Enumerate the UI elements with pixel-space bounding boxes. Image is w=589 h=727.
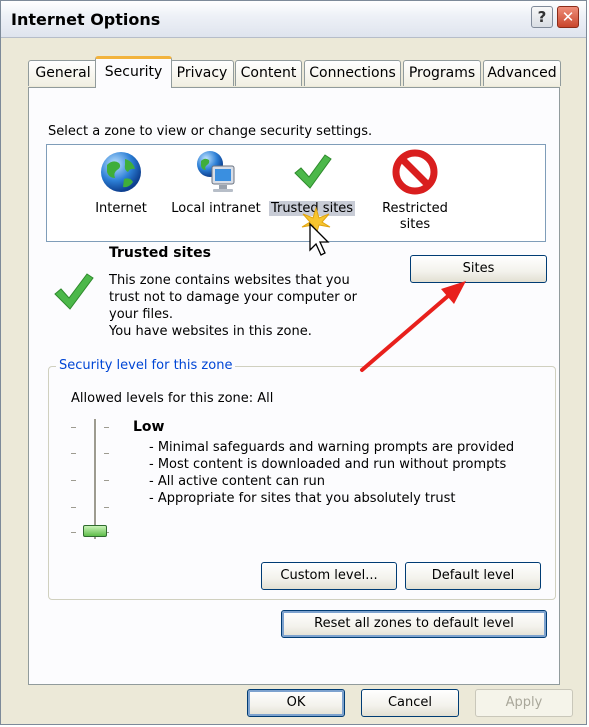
slider-tick [71,507,76,508]
level-bullet: - All active content can run [149,474,325,489]
security-level-slider-track[interactable] [94,419,97,539]
security-tab-panel: Select a zone to view or change security… [28,87,560,685]
selected-zone-desc-line4: You have websites in this zone. [109,324,312,339]
slider-tick [71,427,76,428]
zone-local-intranet-label: Local intranet [171,201,261,216]
zone-list: Internet Local intranet Trusted sites Re… [46,144,546,242]
custom-level-button[interactable]: Custom level... [261,562,397,590]
tab-content[interactable]: Content [235,60,302,86]
zone-restricted-sites-label: Restricted sites [365,201,465,233]
green-check-icon [294,154,332,189]
window-title: Internet Options [11,10,161,29]
zone-internet-label: Internet [95,201,147,216]
selected-zone-check-icon [54,273,94,310]
slider-tick [71,532,76,533]
zone-restricted-line1: Restricted [382,201,448,216]
tab-privacy[interactable]: Privacy [170,60,234,86]
zone-trusted-sites-text: Trusted sites [268,201,356,216]
slider-tick [104,480,109,481]
zone-trusted-sites[interactable]: Trusted sites [262,145,362,241]
close-button[interactable]: ✕ [557,6,579,28]
internet-options-window: Internet Options ? ✕ General Security Pr… [0,0,587,725]
apply-button[interactable]: Apply [475,689,573,717]
selected-zone-desc-line2: trust not to damage your computer or [109,290,358,305]
cancel-button[interactable]: Cancel [361,689,459,717]
sites-button[interactable]: Sites [410,255,547,283]
tab-advanced[interactable]: Advanced [483,60,561,86]
selected-zone-description: This zone contains websites that you tru… [109,272,379,340]
level-bullet: - Minimal safeguards and warning prompts… [149,440,515,455]
selected-zone-desc-line1: This zone contains websites that you [109,273,350,288]
zone-restricted-sites[interactable]: Restricted sites [365,145,465,241]
tab-general[interactable]: General [28,60,98,86]
ok-button[interactable]: OK [247,689,345,717]
globe-icon [101,152,141,192]
security-level-name: Low [133,419,165,435]
zone-trusted-sites-label: Trusted sites [262,201,362,217]
slider-tick [104,453,109,454]
computer-globe-icon [197,151,235,192]
tab-programs[interactable]: Programs [403,60,481,86]
security-level-description: - Minimal safeguards and warning prompts… [149,439,514,507]
zone-local-intranet[interactable]: Local intranet [161,145,271,241]
tab-connections[interactable]: Connections [304,60,401,86]
zone-internet[interactable]: Internet [71,145,171,241]
title-bar[interactable]: Internet Options ? ✕ [1,1,586,38]
reset-all-zones-button[interactable]: Reset all zones to default level [281,610,547,638]
slider-tick [104,507,109,508]
selected-zone-desc-line3: your files. [109,307,174,322]
allowed-levels-label: Allowed levels for this zone: All [71,391,274,406]
slider-tick [104,427,109,428]
tab-security[interactable]: Security [95,56,172,88]
level-bullet: - Most content is downloaded and run wit… [149,457,507,472]
zone-restricted-line2: sites [399,217,431,232]
security-level-slider-thumb[interactable] [83,525,107,537]
default-level-button[interactable]: Default level [405,562,541,590]
slider-tick [71,453,76,454]
security-level-legend: Security level for this zone [56,358,236,373]
zone-prompt: Select a zone to view or change security… [48,124,373,139]
no-entry-icon [392,149,438,195]
slider-tick [71,480,76,481]
level-bullet: - Appropriate for sites that you absolut… [149,491,456,506]
selected-zone-title: Trusted sites [109,245,211,261]
security-level-group: Security level for this zone Allowed lev… [48,358,556,600]
help-button[interactable]: ? [531,6,553,28]
